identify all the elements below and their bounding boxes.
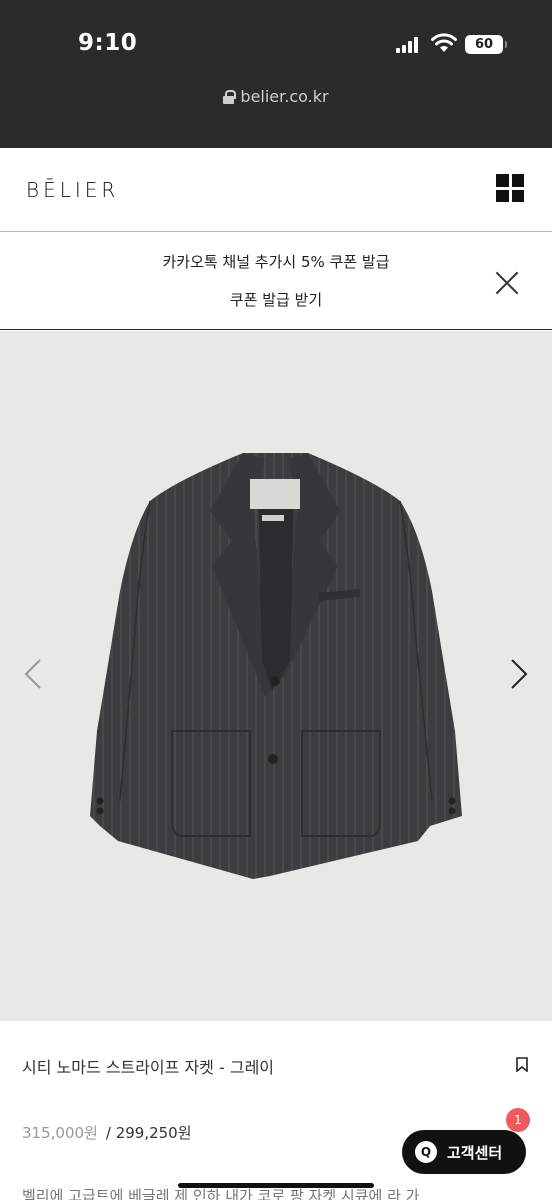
sale-price: 299,250원 <box>115 1124 192 1142</box>
close-icon[interactable] <box>494 270 520 296</box>
coupon-claim-link[interactable]: 쿠폰 발급 받기 <box>0 289 552 310</box>
site-header: BĒLIER <box>0 148 552 232</box>
status-bar: 9:10 60 <box>0 0 552 80</box>
customer-center-button[interactable]: Q 고객센터 <box>402 1130 526 1174</box>
notification-badge: 1 <box>506 1108 530 1132</box>
home-indicator[interactable] <box>178 1183 374 1188</box>
url-text: belier.co.kr <box>240 87 329 106</box>
customer-center-label: 고객센터 <box>447 1144 503 1162</box>
coupon-message: 카카오톡 채널 추가시 5% 쿠폰 발급 <box>162 253 390 271</box>
lock-icon <box>223 90 237 104</box>
chat-icon: Q <box>415 1141 437 1163</box>
browser-url-bar[interactable]: belier.co.kr <box>0 80 552 148</box>
grid-menu-icon[interactable] <box>496 174 524 202</box>
price-row: 315,000원 / 299,250원 <box>22 1122 192 1143</box>
carousel-prev-button[interactable] <box>20 656 48 692</box>
product-title: 시티 노마드 스트라이프 자켓 - 그레이 <box>22 1058 275 1077</box>
coupon-banner: 카카오톡 채널 추가시 5% 쿠폰 발급 쿠폰 발급 받기 <box>0 232 552 330</box>
original-price: 315,000원 <box>22 1124 98 1142</box>
carousel-next-button[interactable] <box>504 656 532 692</box>
price-separator: / <box>105 1124 111 1142</box>
battery-icon: 60 <box>465 35 507 54</box>
bookmark-icon[interactable] <box>516 1057 528 1073</box>
product-image-carousel[interactable] <box>0 331 552 1021</box>
brand-logo[interactable]: BĒLIER <box>26 178 119 202</box>
wifi-icon <box>430 33 458 53</box>
product-jacket-image <box>90 453 462 879</box>
chevron-right-icon <box>511 659 528 689</box>
chevron-left-icon <box>24 659 41 689</box>
signal-icon <box>396 37 422 53</box>
url-display[interactable]: belier.co.kr <box>0 87 552 106</box>
status-time: 9:10 <box>78 30 138 56</box>
